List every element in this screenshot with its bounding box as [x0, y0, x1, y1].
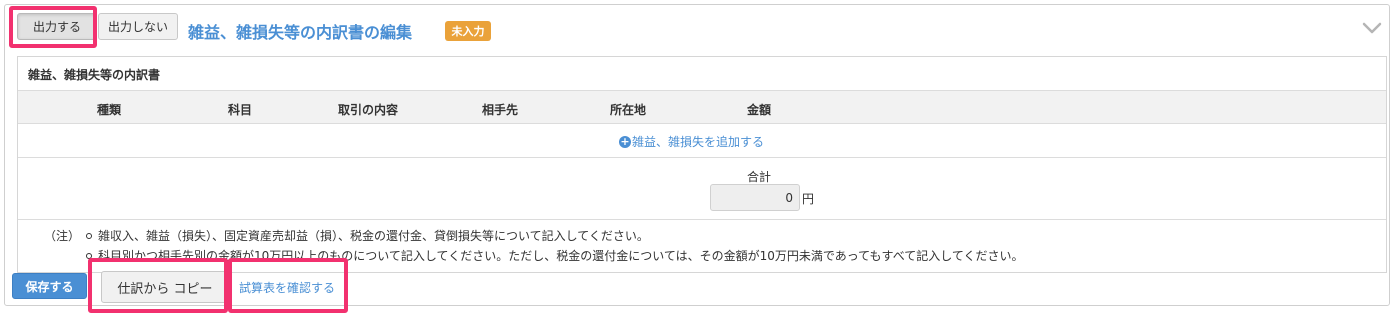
- add-entry-label: 雑益、雑損失を追加する: [632, 135, 765, 149]
- chevron-down-icon[interactable]: [1362, 21, 1382, 35]
- bullet-icon: [86, 232, 92, 239]
- total-unit: 円: [802, 192, 815, 206]
- table-header: 種類 科目 取引の内容 相手先 所在地 金額: [18, 90, 1386, 124]
- add-row: + 雑益、雑損失を追加する: [18, 124, 1386, 158]
- column-header-account: 科目: [228, 103, 253, 117]
- output-button[interactable]: 出力する: [17, 13, 97, 40]
- trial-balance-link[interactable]: 試算表を確認する: [239, 279, 335, 296]
- notes: （注） 雑収入、雑益（損失）、固定資産売却益（損）、税金の還付金、貸倒損失等につ…: [18, 219, 1386, 273]
- plus-circle-icon: +: [619, 134, 631, 148]
- add-entry-link[interactable]: + 雑益、雑損失を追加する: [619, 133, 764, 150]
- note-item: 科目別かつ相手先別の金額が10万円以上のものについて記入してください。ただし、税…: [86, 247, 1024, 264]
- no-output-button[interactable]: 出力しない: [98, 13, 178, 40]
- column-header-location: 所在地: [610, 103, 647, 117]
- column-header-type: 種類: [97, 103, 122, 117]
- copy-from-journal-button[interactable]: 仕訳から コピー: [101, 271, 229, 303]
- column-header-description: 取引の内容: [338, 103, 399, 117]
- notes-head: （注）: [44, 229, 81, 243]
- note-item: 雑収入、雑益（損失）、固定資産売却益（損）、税金の還付金、貸倒損失等について記入…: [86, 227, 649, 244]
- editor-panel: 出力する 出力しない 雑益、雑損失等の内訳書の編集 未入力 雑益、雑損失等の内訳…: [4, 4, 1390, 306]
- status-badge: 未入力: [445, 21, 491, 41]
- breakdown-section: 雑益、雑損失等の内訳書 種類 科目 取引の内容 相手先 所在地 金額 + 雑益、…: [17, 56, 1387, 273]
- column-header-amount: 金額: [747, 103, 772, 117]
- save-button[interactable]: 保存する: [12, 273, 87, 299]
- column-header-counterparty: 相手先: [482, 103, 519, 117]
- total-label: 合計: [747, 170, 772, 184]
- page-title: 雑益、雑損失等の内訳書の編集: [188, 23, 413, 42]
- bullet-icon: [86, 252, 92, 259]
- total-amount-field: 0: [710, 184, 800, 211]
- section-title: 雑益、雑損失等の内訳書: [28, 68, 161, 82]
